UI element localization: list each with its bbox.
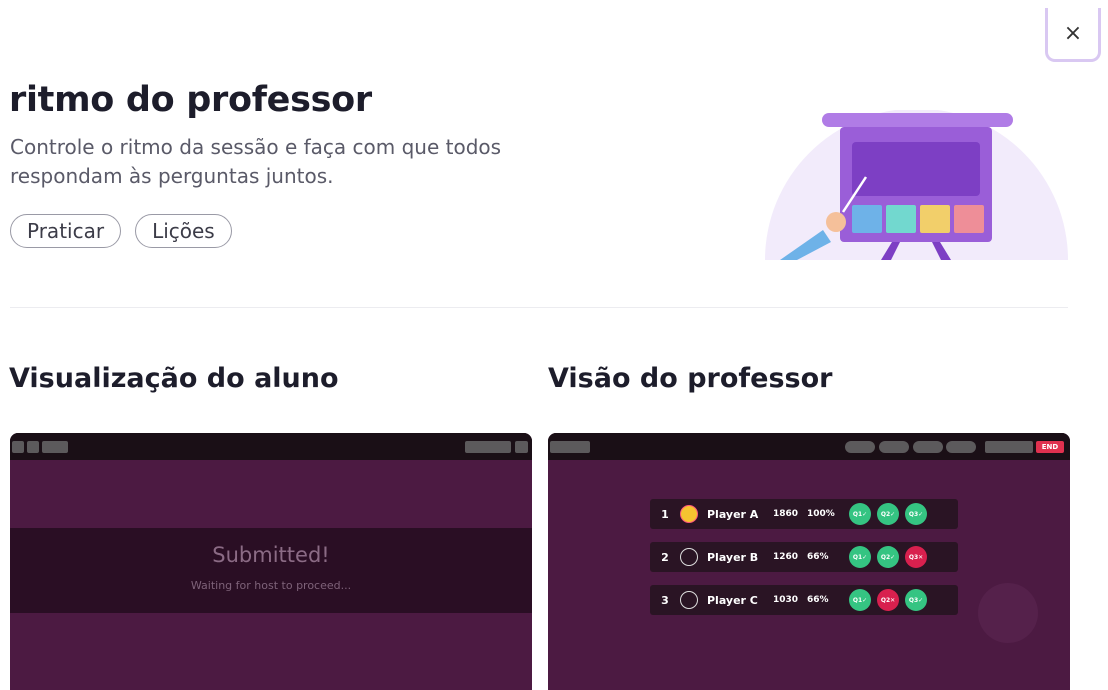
- page-subtitle: Controle o ritmo da sessão e faça com qu…: [10, 135, 502, 188]
- avatar: [680, 591, 698, 609]
- player-percentage: 100%: [807, 509, 835, 519]
- waiting-message: Waiting for host to proceed...: [190, 579, 352, 592]
- player-score: 1030: [773, 595, 799, 605]
- topbar-chip: [27, 441, 39, 453]
- tag-lessons[interactable]: Lições: [135, 214, 232, 248]
- student-view-preview: Submitted! Waiting for host to proceed..…: [10, 433, 532, 690]
- teacher-hand: [826, 212, 846, 232]
- topbar-pill: [879, 441, 909, 453]
- player-percentage: 66%: [807, 595, 829, 605]
- board-screen: [852, 142, 980, 196]
- tag-practice[interactable]: Praticar: [10, 214, 122, 248]
- question-result-badge: Q1✓: [849, 546, 871, 568]
- board-tile-yellow: [920, 205, 950, 233]
- topbar-chip: [12, 441, 24, 453]
- close-icon: ×: [1063, 21, 1083, 46]
- player-name: Player B: [707, 550, 759, 564]
- question-result-badge: Q2✓: [877, 546, 899, 568]
- player-percentage: 66%: [807, 552, 829, 562]
- teacher-view-preview: END 1 Player A 1860 100% Q1✓ Q2✓ Q3✓ 2 P…: [548, 433, 1070, 690]
- section-divider: [10, 307, 1068, 308]
- player-score: 1260: [773, 552, 799, 562]
- topbar-chip: [985, 441, 1033, 453]
- topbar-chip: [515, 441, 528, 453]
- preview-topbar: [10, 433, 532, 460]
- avatar: [680, 548, 698, 566]
- leaderboard-row: 1 Player A 1860 100% Q1✓ Q2✓ Q3✓: [650, 499, 958, 529]
- topbar-pill: [845, 441, 875, 453]
- student-view-title: Visualização do aluno: [9, 363, 339, 394]
- question-result-badge: Q3✓: [905, 589, 927, 611]
- player-rank: 2: [661, 550, 669, 564]
- question-result-badge: Q1✓: [849, 503, 871, 525]
- player-rank: 1: [661, 507, 669, 521]
- player-name: Player A: [707, 507, 759, 521]
- board-tile-teal: [886, 205, 916, 233]
- board-tile-blue: [852, 205, 882, 233]
- topbar-chip: [42, 441, 68, 453]
- board-rail: [822, 113, 1013, 127]
- topbar-pill: [946, 441, 976, 453]
- tag-list: Praticar Lições: [10, 214, 232, 248]
- submitted-banner: [10, 528, 532, 613]
- leaderboard-row: 2 Player B 1260 66% Q1✓ Q2✓ Q3✕: [650, 542, 958, 572]
- question-result-badge: Q2✓: [877, 503, 899, 525]
- player-rank: 3: [661, 593, 669, 607]
- question-result-badge: Q3✕: [905, 546, 927, 568]
- board-tile-pink: [954, 205, 984, 233]
- teacher-view-title: Visão do professor: [548, 363, 833, 394]
- leaderboard-row: 3 Player C 1030 66% Q1✓ Q2✕ Q3✓: [650, 585, 958, 615]
- topbar-pill: [913, 441, 943, 453]
- question-result-badge: Q3✓: [905, 503, 927, 525]
- player-score: 1860: [773, 509, 799, 519]
- page-title: ritmo do professor: [9, 80, 372, 120]
- teacher-presentation-board-illustration: [765, 110, 1068, 260]
- submitted-status: Submitted!: [212, 543, 330, 567]
- preview-topbar: END: [548, 433, 1070, 460]
- topbar-chip: [550, 441, 590, 453]
- avatar: [680, 505, 698, 523]
- end-button[interactable]: END: [1036, 441, 1064, 453]
- topbar-chip: [465, 441, 511, 453]
- player-name: Player C: [707, 593, 758, 607]
- question-result-badge: Q1✓: [849, 589, 871, 611]
- question-result-badge: Q2✕: [877, 589, 899, 611]
- close-button[interactable]: ×: [1045, 8, 1101, 62]
- decorative-shape: [978, 583, 1038, 643]
